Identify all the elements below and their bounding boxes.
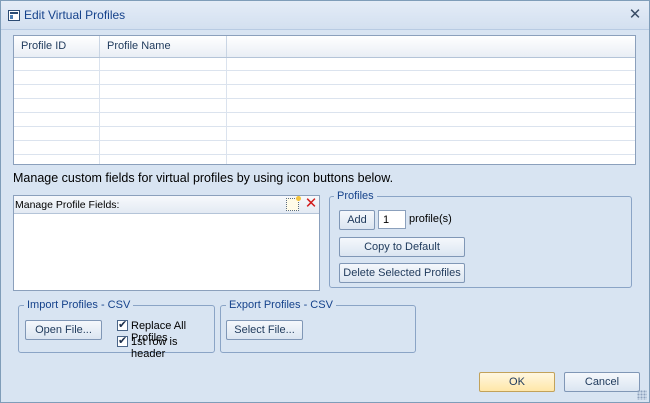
table-row[interactable] — [14, 128, 635, 141]
table-row[interactable] — [14, 156, 635, 164]
grid-header: Profile ID Profile Name — [14, 36, 635, 58]
check-mark-icon: ✔ — [118, 335, 128, 347]
title-bar[interactable]: Edit Virtual Profiles ✕ — [1, 1, 649, 30]
import-profiles-group: Import Profiles - CSV Open File... ✔ Rep… — [18, 299, 215, 360]
copy-to-default-button[interactable]: Copy to Default — [339, 237, 465, 257]
table-row[interactable] — [14, 72, 635, 85]
first-row-header-label: 1st row is header — [131, 336, 178, 360]
manage-profile-fields-label: Manage Profile Fields: — [15, 199, 120, 211]
app-window-icon — [8, 10, 20, 21]
column-header-profile-id[interactable]: Profile ID — [14, 36, 100, 57]
select-file-button[interactable]: Select File... — [226, 320, 303, 340]
resize-grip-icon[interactable] — [637, 390, 647, 400]
profile-count-input[interactable] — [378, 210, 406, 229]
profiles-group: Profiles Add profile(s) Copy to Default … — [329, 190, 632, 288]
profiles-group-legend: Profiles — [334, 190, 377, 202]
ok-button[interactable]: OK — [479, 372, 555, 392]
table-row[interactable] — [14, 58, 635, 71]
new-field-icon[interactable] — [286, 196, 301, 211]
column-header-profile-name[interactable]: Profile Name — [100, 36, 227, 57]
manage-profile-fields-header: Manage Profile Fields: ✕ — [14, 196, 319, 214]
export-group-legend: Export Profiles - CSV — [226, 299, 336, 311]
import-group-legend: Import Profiles - CSV — [24, 299, 134, 311]
add-profiles-button[interactable]: Add — [339, 210, 375, 230]
profiles-grid[interactable]: Profile ID Profile Name — [13, 35, 636, 165]
open-file-button[interactable]: Open File... — [25, 320, 102, 340]
manage-fields-caption: Manage custom fields for virtual profile… — [13, 171, 394, 185]
table-row[interactable] — [14, 100, 635, 113]
check-mark-icon: ✔ — [118, 319, 128, 331]
delete-selected-profiles-button[interactable]: Delete Selected Profiles — [339, 263, 465, 283]
edit-virtual-profiles-window: Edit Virtual Profiles ✕ Profile ID Profi… — [0, 0, 650, 403]
export-profiles-group: Export Profiles - CSV Select File... — [220, 299, 416, 353]
profile-count-suffix: profile(s) — [409, 213, 452, 225]
close-icon[interactable]: ✕ — [627, 7, 643, 23]
manage-profile-fields-panel[interactable]: Manage Profile Fields: ✕ — [13, 195, 320, 291]
table-row[interactable] — [14, 86, 635, 99]
replace-all-profiles-checkbox[interactable]: ✔ — [117, 319, 128, 331]
table-row[interactable] — [14, 142, 635, 155]
first-row-header-checkbox[interactable]: ✔ — [117, 335, 128, 347]
window-title: Edit Virtual Profiles — [24, 8, 126, 22]
delete-icon[interactable]: ✕ — [304, 196, 318, 212]
table-row[interactable] — [14, 114, 635, 127]
cancel-button[interactable]: Cancel — [564, 372, 640, 392]
